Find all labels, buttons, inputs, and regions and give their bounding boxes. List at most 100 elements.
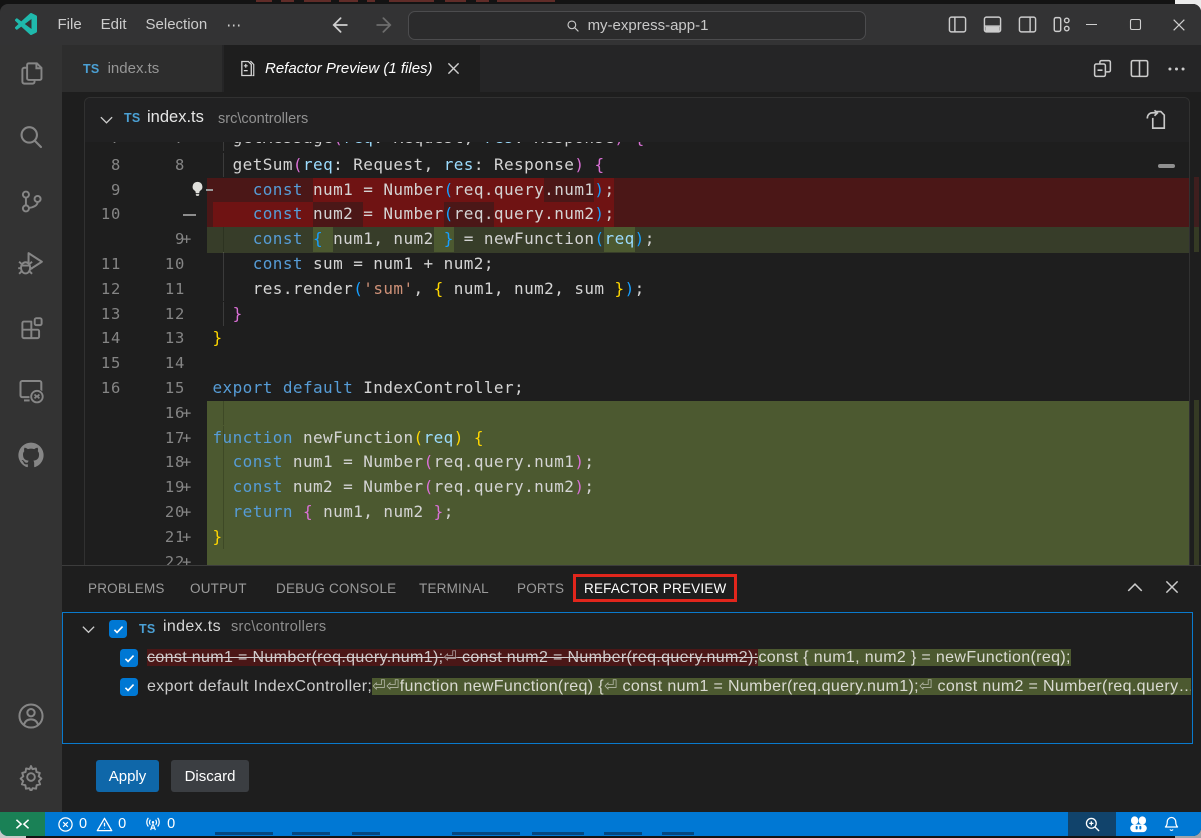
command-center-search[interactable]: my-express-app-1 bbox=[408, 11, 866, 40]
accounts-icon[interactable] bbox=[0, 690, 62, 742]
tree-file-row[interactable]: TSindex.tssrc\controllers bbox=[63, 615, 1191, 644]
panel-tab-debug-console[interactable]: DEBUG CONSOLE bbox=[276, 581, 396, 596]
minimize-button[interactable] bbox=[1069, 4, 1113, 45]
remote-explorer-icon[interactable] bbox=[0, 365, 62, 417]
tree-change-row[interactable]: export default IndexController;⏎⏎functio… bbox=[63, 673, 1191, 702]
overview-ruler-removed-mark bbox=[1194, 177, 1199, 227]
refactor-preview-tree[interactable]: TSindex.tssrc\controllersconst num1 = Nu… bbox=[62, 612, 1193, 744]
collapse-file-chevron-icon[interactable] bbox=[99, 114, 114, 126]
warnings-status-item[interactable]: 0 bbox=[96, 816, 126, 833]
unchanged-region-handle[interactable] bbox=[1158, 164, 1175, 168]
modified-line-number: 9 bbox=[130, 227, 185, 252]
code-token: ; bbox=[584, 477, 594, 496]
github-icon[interactable] bbox=[0, 429, 62, 481]
diff-file-header[interactable]: TS index.ts src\controllers bbox=[85, 98, 1189, 142]
open-changes-diff-icon[interactable] bbox=[1092, 58, 1113, 79]
diff-code-area[interactable]: 77 getMessage(req: Request, res: Respons… bbox=[85, 142, 1189, 565]
close-window-button[interactable] bbox=[1157, 4, 1201, 45]
typescript-file-icon: TS bbox=[139, 622, 156, 636]
close-tab-icon[interactable] bbox=[445, 60, 462, 77]
menu-more[interactable]: ⋯ bbox=[217, 16, 251, 34]
panel-tab-problems[interactable]: PROBLEMS bbox=[88, 581, 165, 596]
code-line-20[interactable]: 20+ return { num1, num2 }; bbox=[85, 500, 1189, 525]
code-line-16[interactable]: 16+ bbox=[85, 401, 1189, 426]
panel-tab-ports[interactable]: PORTS bbox=[517, 581, 564, 596]
inserted-code-text: ⏎⏎function newFunction(req) {⏎ const num… bbox=[372, 678, 1191, 695]
code-line-21[interactable]: 21+} bbox=[85, 525, 1189, 550]
code-token: ) bbox=[454, 428, 464, 447]
command-center-label: my-express-app-1 bbox=[588, 17, 709, 34]
lightbulb-icon[interactable] bbox=[188, 180, 207, 199]
code-token: const bbox=[253, 229, 303, 248]
return-symbol: ⏎ bbox=[604, 678, 618, 695]
run-and-debug-icon[interactable] bbox=[0, 238, 62, 290]
code-line-8[interactable]: 88 getSum(req: Request, res: Response) { bbox=[85, 153, 1189, 178]
code-line-14[interactable]: 1514 bbox=[85, 351, 1189, 376]
toggle-panel-icon[interactable] bbox=[982, 15, 1003, 34]
errors-status-item[interactable]: 0 bbox=[57, 816, 87, 833]
toggle-secondary-sidebar-icon[interactable] bbox=[1017, 15, 1038, 34]
go-to-file-icon[interactable] bbox=[1145, 108, 1168, 131]
code-line-12[interactable]: 1312 } bbox=[85, 302, 1189, 327]
screen-edge-artifact bbox=[445, 0, 466, 2]
code-token: 'sum' bbox=[363, 279, 413, 298]
more-actions-icon[interactable] bbox=[1166, 58, 1187, 79]
screen-edge-artifact bbox=[215, 832, 273, 836]
go-forward-icon[interactable] bbox=[374, 15, 394, 35]
toggle-primary-sidebar-icon[interactable] bbox=[947, 15, 968, 34]
code-line-9[interactable]: 9+ const { num1, num2 } = newFunction(re… bbox=[85, 227, 1189, 252]
typescript-file-icon: TS bbox=[124, 111, 141, 125]
code-line-17[interactable]: 17+function newFunction(req) { bbox=[85, 426, 1189, 451]
panel-maximize-chevron-icon[interactable] bbox=[1126, 581, 1144, 594]
maximize-button[interactable] bbox=[1113, 4, 1157, 45]
close-panel-icon[interactable] bbox=[1163, 578, 1181, 596]
bell-icon bbox=[1163, 815, 1180, 833]
screen-edge-artifact bbox=[339, 0, 358, 2]
code-line-13[interactable]: 1413} bbox=[85, 326, 1189, 351]
code-line-10[interactable]: 1110 const sum = num1 + num2; bbox=[85, 252, 1189, 277]
checkbox-checked[interactable] bbox=[120, 649, 138, 667]
zoom-status-item[interactable] bbox=[1068, 812, 1116, 836]
screen-edge-artifact bbox=[281, 0, 294, 2]
copilot-status-item[interactable] bbox=[1123, 815, 1153, 834]
explorer-icon[interactable] bbox=[0, 47, 62, 99]
original-line-number: 14 bbox=[85, 326, 121, 351]
menu-edit[interactable]: Edit bbox=[91, 16, 136, 33]
code-line-19[interactable]: 19+ const num2 = Number(req.query.num2); bbox=[85, 475, 1189, 500]
checkbox-checked[interactable] bbox=[120, 678, 138, 696]
modified-line-number bbox=[130, 202, 185, 227]
desktop-background: FileEditSelection⋯ my-express-app-1 bbox=[0, 0, 1201, 838]
extensions-icon[interactable] bbox=[0, 302, 62, 354]
source-control-icon[interactable] bbox=[0, 175, 62, 227]
code-line-18[interactable]: 18+ const num1 = Number(req.query.num1); bbox=[85, 450, 1189, 475]
code-token: ( bbox=[333, 142, 343, 147]
apply-button[interactable]: Apply bbox=[96, 760, 159, 792]
settings-gear-icon[interactable] bbox=[0, 751, 62, 803]
checkbox-checked[interactable] bbox=[109, 620, 127, 638]
expand-chevron-icon[interactable] bbox=[81, 624, 96, 635]
ports-status-item[interactable]: 0 bbox=[144, 815, 175, 833]
code-token: num1, num2 bbox=[313, 502, 434, 521]
tree-change-row[interactable]: const num1 = Number(req.query.num1);⏎ co… bbox=[63, 644, 1191, 673]
menu-file[interactable]: File bbox=[48, 16, 91, 33]
code-line-7[interactable]: 77 getMessage(req: Request, res: Respons… bbox=[85, 142, 1189, 151]
original-line-number bbox=[85, 550, 121, 566]
panel-tab-refactor-preview[interactable]: REFACTOR PREVIEW bbox=[573, 574, 737, 602]
remote-indicator[interactable] bbox=[0, 812, 45, 836]
code-line-22[interactable]: 22+ bbox=[85, 550, 1189, 566]
discard-button[interactable]: Discard bbox=[171, 760, 249, 792]
code-token: res bbox=[444, 155, 474, 174]
menu-selection[interactable]: Selection bbox=[136, 16, 217, 33]
code-line-9[interactable]: 9 const num1 = Number(req.query.num1); bbox=[85, 178, 1189, 203]
search-view-icon[interactable] bbox=[0, 111, 62, 163]
tab-index-ts[interactable]: TS index.ts bbox=[62, 45, 223, 92]
go-back-icon[interactable] bbox=[330, 15, 350, 35]
panel-tab-terminal[interactable]: TERMINAL bbox=[419, 581, 489, 596]
code-line-11[interactable]: 1211 res.render('sum', { num1, num2, sum… bbox=[85, 277, 1189, 302]
panel-tab-output[interactable]: OUTPUT bbox=[190, 581, 247, 596]
code-line-15[interactable]: 1615export default IndexController; bbox=[85, 376, 1189, 401]
code-line-10[interactable]: 10 const num2 = Number(req.query.num2); bbox=[85, 202, 1189, 227]
notifications-status-item[interactable] bbox=[1158, 815, 1184, 833]
tab-refactor-preview[interactable]: Refactor Preview (1 files) bbox=[224, 45, 480, 92]
split-editor-icon[interactable] bbox=[1129, 58, 1150, 79]
